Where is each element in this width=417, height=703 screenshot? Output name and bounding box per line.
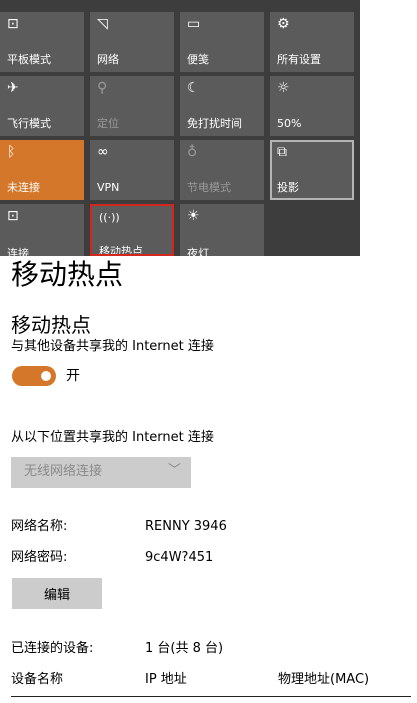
- tile-label: 投影: [277, 181, 299, 194]
- network-name-value: RENNY 3946: [145, 519, 227, 534]
- tile-project[interactable]: ⧉ 投影: [270, 140, 354, 200]
- tile-battery-saver[interactable]: ♁ 节电模式: [180, 140, 264, 200]
- column-header-mac: 物理地址(MAC): [278, 672, 370, 687]
- tile-label: 定位: [97, 117, 119, 130]
- share-from-value: 无线网络连接: [24, 464, 103, 479]
- tile-label: 免打扰时间: [187, 117, 242, 130]
- tile-airplane-mode[interactable]: ✈ 飞行模式: [0, 76, 84, 136]
- tile-label: 50%: [277, 117, 302, 130]
- night-light-icon: ☀: [187, 208, 200, 224]
- toggle-knob: [41, 371, 51, 381]
- tile-label: 飞行模式: [7, 117, 51, 130]
- vpn-icon: ∞: [97, 144, 109, 160]
- tile-brightness[interactable]: ☼ 50%: [270, 76, 354, 136]
- tile-label: 连接: [7, 247, 29, 256]
- section-title: 移动热点: [11, 313, 91, 337]
- tile-connect[interactable]: ⊡ 连接: [0, 204, 84, 256]
- connect-icon: ⊡: [7, 208, 19, 224]
- connected-devices-label: 已连接的设备:: [11, 641, 94, 656]
- tile-quiet-hours[interactable]: ☾ 免打扰时间: [180, 76, 264, 136]
- edit-button[interactable]: 编辑: [12, 578, 102, 609]
- chevron-down-icon: ﹀: [167, 463, 181, 478]
- tile-label: 未连接: [7, 181, 40, 194]
- tile-night-light[interactable]: ☀ 夜灯: [180, 204, 264, 256]
- tile-bluetooth[interactable]: ᛒ 未连接: [0, 140, 84, 200]
- tile-label: 网络: [97, 53, 119, 66]
- section-description: 与其他设备共享我的 Internet 连接: [11, 339, 214, 354]
- network-password-value: 9c4W?451: [145, 550, 214, 565]
- tile-label: VPN: [97, 181, 120, 194]
- table-divider: [11, 696, 411, 697]
- hotspot-toggle[interactable]: [12, 366, 56, 386]
- brightness-icon: ☼: [277, 80, 290, 96]
- share-from-dropdown[interactable]: 无线网络连接 ﹀: [11, 457, 191, 488]
- tile-label: 平板模式: [7, 53, 51, 66]
- network-name-label: 网络名称:: [11, 519, 68, 534]
- connected-devices-value: 1 台(共 8 台): [145, 641, 224, 656]
- location-icon: ⚲: [97, 80, 108, 96]
- tile-label: 所有设置: [277, 53, 321, 66]
- network-password-label: 网络密码:: [11, 550, 68, 565]
- tile-label: 节电模式: [187, 181, 231, 194]
- note-icon: ▭: [187, 16, 201, 32]
- tile-network[interactable]: ◹ 网络: [90, 12, 174, 72]
- toggle-state-label: 开: [66, 368, 80, 384]
- moon-icon: ☾: [187, 80, 200, 96]
- airplane-icon: ✈: [7, 80, 19, 96]
- tile-mobile-hotspot[interactable]: ((·)) 移动热点: [90, 204, 174, 256]
- battery-saver-icon: ♁: [187, 144, 198, 160]
- tablet-mode-icon: ⊡: [7, 16, 19, 32]
- share-from-label: 从以下位置共享我的 Internet 连接: [11, 430, 214, 445]
- bluetooth-icon: ᛒ: [7, 144, 16, 160]
- quick-actions-panel: ⊡ 平板模式 ◹ 网络 ▭ 便笺 ⚙ 所有设置 ✈ 飞行模式 ⚲ 定位 ☾ 免打…: [0, 0, 360, 256]
- project-icon: ⧉: [277, 144, 287, 160]
- column-header-device-name: 设备名称: [11, 672, 64, 687]
- tile-note[interactable]: ▭ 便笺: [180, 12, 264, 72]
- tile-label: 便笺: [187, 53, 209, 66]
- column-header-ip: IP 地址: [145, 672, 187, 687]
- tile-all-settings[interactable]: ⚙ 所有设置: [270, 12, 354, 72]
- mobile-hotspot-icon: ((·)): [99, 211, 120, 224]
- network-icon: ◹: [97, 16, 108, 32]
- tile-tablet-mode[interactable]: ⊡ 平板模式: [0, 12, 84, 72]
- tile-vpn[interactable]: ∞ VPN: [90, 140, 174, 200]
- tile-label: 夜灯: [187, 247, 209, 256]
- tile-label: 移动热点: [99, 245, 143, 256]
- tile-location[interactable]: ⚲ 定位: [90, 76, 174, 136]
- page-title: 移动热点: [11, 258, 124, 291]
- gear-icon: ⚙: [277, 16, 290, 32]
